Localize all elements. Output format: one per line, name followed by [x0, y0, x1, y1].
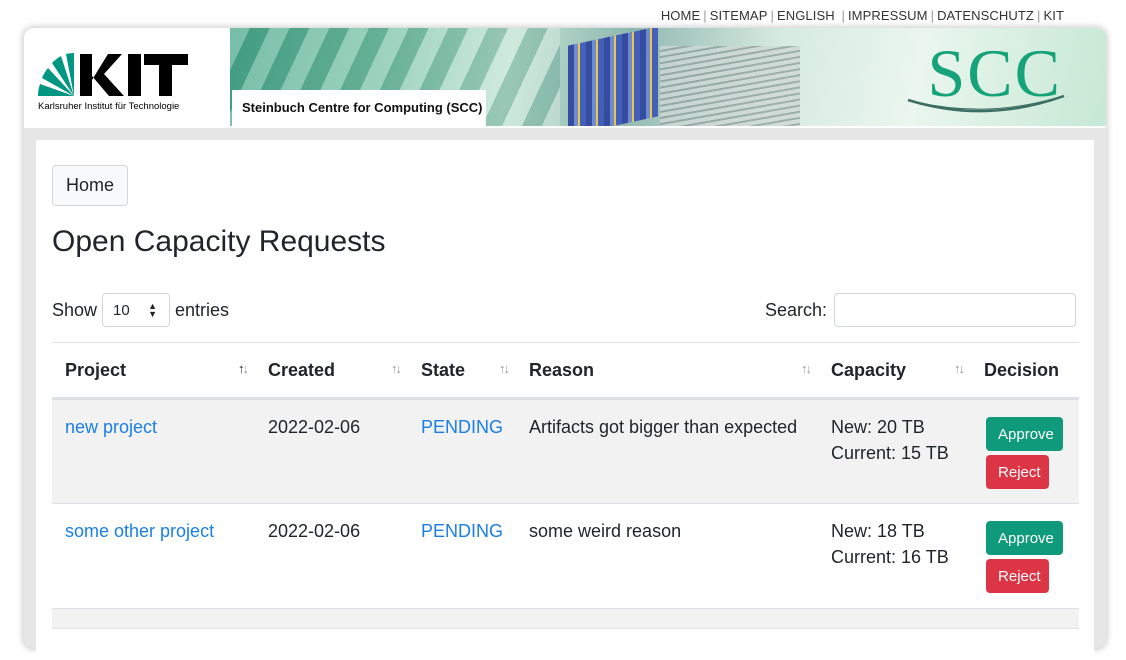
decision-cell: Approve Reject: [971, 398, 1079, 504]
banner-decoration: [660, 46, 800, 126]
capacity-cell: New: 20 TB Current: 15 TB: [818, 398, 972, 504]
capacity-requests-table: Project ↑↓ Created ↑↓ State ↑↓ Reason ↑↓ Cap…: [52, 342, 1079, 629]
created-cell: 2022-02-06: [255, 398, 408, 504]
scc-logo-arc-icon: [907, 94, 1065, 113]
select-arrows-icon: ▲ ▼: [148, 301, 158, 319]
kit-logo-icon: [37, 53, 188, 96]
sort-icon: ↑↓: [954, 361, 965, 376]
reject-button[interactable]: Reject: [986, 559, 1050, 593]
approve-button[interactable]: Approve: [986, 417, 1064, 451]
nav-kit-link[interactable]: KIT: [1043, 8, 1064, 23]
column-header-state[interactable]: State ↑↓: [408, 342, 517, 400]
decision-cell: Approve Reject: [971, 503, 1079, 609]
table-header-row: Project ↑↓ Created ↑↓ State ↑↓ Reason ↑↓ Cap…: [52, 342, 1079, 400]
reject-button[interactable]: Reject: [986, 455, 1050, 489]
table-row: new project 2022-02-06 PENDING Artifacts…: [52, 398, 1079, 504]
nav-separator: |: [930, 8, 935, 23]
top-navigation: HOME | SITEMAP | ENGLISH | IMPRESSUM | DATENSCH…: [661, 8, 1064, 23]
nav-english-link[interactable]: ENGLISH: [777, 8, 835, 23]
sort-icon: ↑↓: [391, 361, 402, 376]
column-label: Created: [268, 359, 336, 380]
page-frame: Karlsruher Institut für Technologie SCC …: [24, 28, 1106, 660]
sort-icon: ↑↓: [801, 361, 812, 376]
banner-label: Steinbuch Centre for Computing (SCC): [232, 90, 486, 126]
nav-home-link[interactable]: HOME: [661, 8, 700, 23]
column-header-capacity[interactable]: Capacity ↑↓: [818, 342, 972, 400]
search-input[interactable]: [834, 293, 1076, 327]
nav-separator: |: [841, 8, 845, 23]
column-label: Decision: [984, 359, 1060, 380]
project-cell: some other project: [52, 503, 255, 609]
capacity-new: New: 18 TB: [831, 521, 925, 541]
column-header-created[interactable]: Created ↑↓: [255, 342, 408, 400]
column-label: Capacity: [831, 359, 907, 380]
column-label: State: [421, 359, 466, 380]
nav-datenschutz-link[interactable]: DATENSCHUTZ: [937, 8, 1034, 23]
site-header: Karlsruher Institut für Technologie SCC …: [24, 28, 1106, 128]
state-cell: PENDING: [408, 503, 517, 609]
column-label: Reason: [529, 359, 595, 380]
home-button[interactable]: Home: [52, 165, 128, 206]
nav-impressum-link[interactable]: IMPRESSUM: [848, 8, 928, 23]
table-row: some other project 2022-02-06 PENDING so…: [52, 503, 1079, 609]
capacity-cell: New: 18 TB Current: 16 TB: [818, 503, 972, 609]
kit-logo[interactable]: Karlsruher Institut für Technologie: [36, 40, 196, 116]
entries-select-value: 10: [113, 302, 130, 319]
column-header-decision: Decision: [971, 342, 1079, 400]
approve-button[interactable]: Approve: [986, 521, 1064, 555]
created-cell: 2022-02-06: [255, 503, 408, 609]
entries-label: entries: [175, 299, 230, 320]
entries-select[interactable]: 10 ▲ ▼: [102, 293, 171, 327]
capacity-current: Current: 15 TB: [831, 443, 949, 463]
sort-icon: ↑↓: [499, 361, 510, 376]
column-label: Project: [65, 359, 127, 380]
banner-decoration: [568, 28, 658, 126]
show-label: Show: [52, 299, 98, 320]
project-link[interactable]: new project: [65, 417, 157, 437]
column-header-reason[interactable]: Reason ↑↓: [516, 342, 819, 400]
main-content: Home Open Capacity Requests Show 10 ▲ ▼ e…: [36, 140, 1094, 660]
page-title: Open Capacity Requests: [52, 225, 386, 258]
capacity-new: New: 20 TB: [831, 417, 925, 437]
state-badge: PENDING: [421, 521, 504, 541]
project-link[interactable]: some other project: [65, 521, 214, 541]
nav-sitemap-link[interactable]: SITEMAP: [710, 8, 768, 23]
state-badge: PENDING: [421, 417, 504, 437]
sort-ascending-icon: ↑↓: [238, 361, 249, 376]
capacity-current: Current: 16 TB: [831, 547, 949, 567]
table-cell: [52, 608, 1079, 629]
reason-cell: some weird reason: [516, 503, 819, 609]
state-cell: PENDING: [408, 398, 517, 504]
nav-separator: |: [1036, 8, 1041, 23]
kit-logo-subtitle: Karlsruher Institut für Technologie: [38, 101, 180, 112]
nav-separator: |: [770, 8, 774, 23]
nav-separator: |: [703, 8, 707, 23]
search-label: Search:: [764, 299, 827, 320]
table-row: [52, 608, 1079, 629]
column-header-project[interactable]: Project ↑↓: [52, 342, 255, 400]
search-control: Search:: [765, 293, 1076, 327]
project-cell: new project: [52, 398, 255, 504]
entries-length-control: Show 10 ▲ ▼ entries: [52, 293, 229, 327]
reason-cell: Artifacts got bigger than expected: [516, 398, 819, 504]
